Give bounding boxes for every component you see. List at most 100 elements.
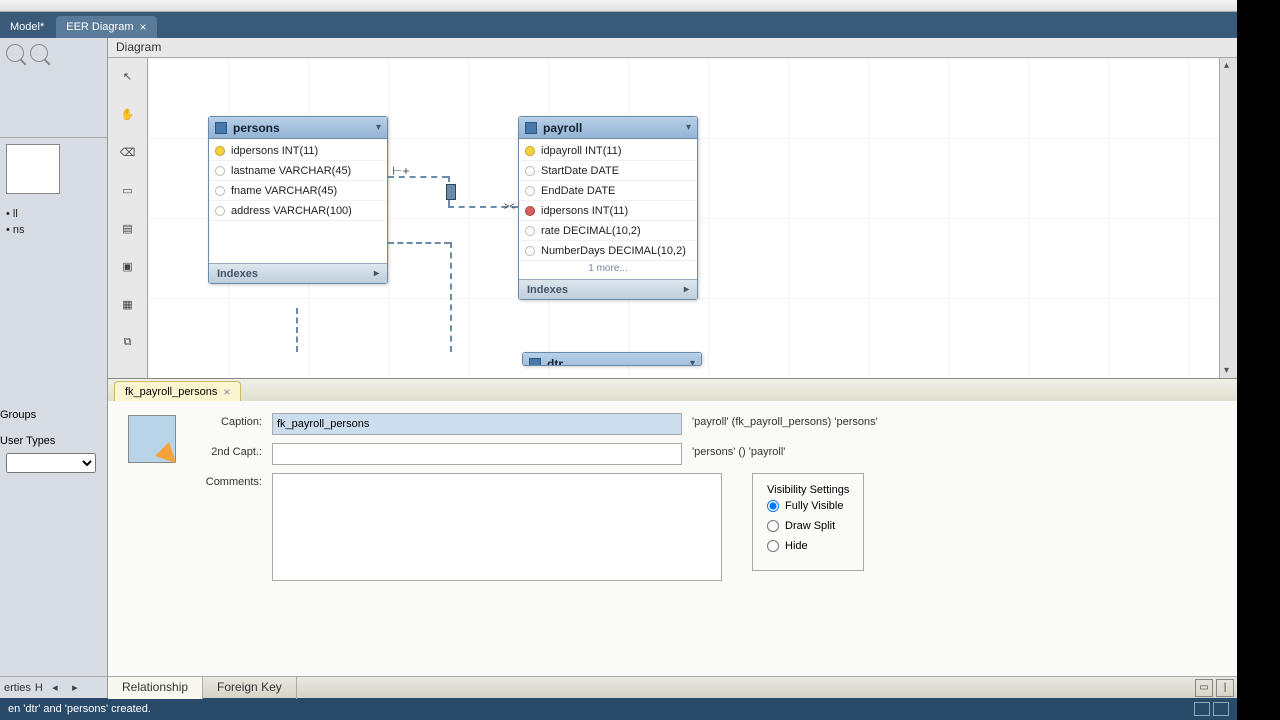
type-selector: [0, 447, 107, 479]
relationship-handle[interactable]: [446, 184, 456, 200]
entity-name: payroll: [543, 121, 582, 135]
second-caption-readout: 'persons' () 'payroll': [692, 443, 785, 458]
properties-tab-label[interactable]: erties: [4, 682, 31, 694]
zoom-in-icon[interactable]: [30, 44, 48, 62]
visibility-option[interactable]: Draw Split: [767, 516, 849, 536]
property-tab-relationship[interactable]: fk_payroll_persons ×: [114, 381, 241, 401]
tab-relationship[interactable]: Relationship: [108, 677, 203, 699]
collapse-icon[interactable]: ▾: [690, 358, 695, 366]
column[interactable]: address VARCHAR(100): [209, 201, 387, 221]
type-select[interactable]: [6, 453, 96, 473]
diagram-navigator: [0, 38, 107, 138]
tab-foreign-key[interactable]: Foreign Key: [203, 677, 297, 699]
entity-dtr[interactable]: dtr ▾: [522, 352, 702, 366]
panel-close-icon[interactable]: |: [1216, 679, 1234, 697]
cardinality-one-icon: ⊢+: [392, 164, 409, 178]
catalog-tree[interactable]: • ll • ns: [0, 200, 107, 409]
status-toggle-icon[interactable]: [1194, 702, 1210, 716]
column[interactable]: NumberDays DECIMAL(10,2): [519, 241, 697, 261]
diagram-canvas[interactable]: persons ▾ idpersons INT(11) lastname VAR…: [148, 58, 1219, 378]
collapse-icon[interactable]: ▾: [686, 122, 691, 133]
property-bottom-tabs: Relationship Foreign Key ▭ |: [108, 676, 1237, 698]
caption-input[interactable]: [272, 413, 682, 435]
next-tab-icon[interactable]: ▸: [67, 680, 83, 696]
layer-tool-icon[interactable]: ▭: [116, 178, 140, 202]
diagram-toolbox: ↖ ✋ ⌫ ▭ ▤ ▣ ▦ ⧉: [108, 58, 148, 378]
h-tab-label[interactable]: H: [35, 682, 43, 694]
fk-icon: [525, 206, 535, 216]
entity-header[interactable]: persons ▾: [209, 117, 387, 139]
relationship-icon: [128, 415, 176, 463]
visibility-option[interactable]: Hide: [767, 536, 849, 556]
column-icon: [525, 186, 535, 196]
relationship-line[interactable]: [450, 242, 452, 352]
user-types-header[interactable]: User Types: [0, 435, 107, 447]
close-icon[interactable]: ×: [223, 385, 230, 399]
column-icon: [215, 186, 225, 196]
view-tool-icon[interactable]: ⧉: [116, 330, 140, 354]
indexes-section[interactable]: Indexes▸: [209, 263, 387, 283]
status-message: en 'dtr' and 'persons' created.: [8, 703, 151, 715]
tree-item[interactable]: • ll: [6, 206, 101, 222]
entity-columns: idpersons INT(11) lastname VARCHAR(45) f…: [209, 139, 387, 223]
more-columns[interactable]: 1 more...: [519, 263, 697, 279]
menu-bar[interactable]: [0, 0, 1237, 12]
expand-icon[interactable]: ▸: [684, 284, 689, 295]
expand-icon[interactable]: ▸: [374, 268, 379, 279]
table-tool-icon[interactable]: ▦: [116, 292, 140, 316]
comments-textarea[interactable]: [272, 473, 722, 581]
column-icon: [215, 166, 225, 176]
tree-item[interactable]: • ns: [6, 222, 101, 238]
status-toggle-icon[interactable]: [1213, 702, 1229, 716]
entity-name: dtr: [547, 357, 563, 367]
radio-draw-split[interactable]: [767, 520, 779, 532]
radio-fully-visible[interactable]: [767, 500, 779, 512]
panel-toggle-icon[interactable]: ▭: [1195, 679, 1213, 697]
document-tabs: Model* EER Diagram ×: [0, 12, 1237, 38]
relationship-line[interactable]: [388, 242, 450, 244]
collapse-icon[interactable]: ▾: [376, 122, 381, 133]
entity-header[interactable]: dtr ▾: [523, 353, 701, 366]
column[interactable]: rate DECIMAL(10,2): [519, 221, 697, 241]
pointer-tool-icon[interactable]: ↖: [116, 64, 140, 88]
column[interactable]: idpersons INT(11): [209, 141, 387, 161]
cardinality-many-icon: ⪥: [504, 198, 515, 213]
vertical-scrollbar[interactable]: [1219, 58, 1237, 378]
column[interactable]: idpayroll INT(11): [519, 141, 697, 161]
column[interactable]: fname VARCHAR(45): [209, 181, 387, 201]
visibility-option[interactable]: Fully Visible: [767, 496, 849, 516]
column[interactable]: lastname VARCHAR(45): [209, 161, 387, 181]
hand-tool-icon[interactable]: ✋: [116, 102, 140, 126]
entity-persons[interactable]: persons ▾ idpersons INT(11) lastname VAR…: [208, 116, 388, 284]
visibility-legend: Visibility Settings: [767, 484, 849, 496]
column[interactable]: idpersons INT(11): [519, 201, 697, 221]
entity-columns: idpayroll INT(11) StartDate DATE EndDate…: [519, 139, 697, 263]
column[interactable]: StartDate DATE: [519, 161, 697, 181]
second-caption-label: 2nd Capt.:: [192, 443, 262, 458]
table-icon: [215, 122, 227, 134]
tab-eer-diagram[interactable]: EER Diagram ×: [56, 16, 156, 38]
note-tool-icon[interactable]: ▤: [116, 216, 140, 240]
entity-payroll[interactable]: payroll ▾ idpayroll INT(11) StartDate DA…: [518, 116, 698, 300]
navigator-viewport[interactable]: [6, 144, 60, 194]
eraser-tool-icon[interactable]: ⌫: [116, 140, 140, 164]
column[interactable]: EndDate DATE: [519, 181, 697, 201]
groups-header[interactable]: Groups: [0, 409, 107, 421]
radio-hide[interactable]: [767, 540, 779, 552]
column-icon: [525, 226, 535, 236]
zoom-out-icon[interactable]: [6, 44, 24, 62]
entity-header[interactable]: payroll ▾: [519, 117, 697, 139]
visibility-settings-group: Visibility Settings Fully Visible Draw S…: [752, 473, 864, 571]
relationship-line[interactable]: [296, 308, 298, 352]
prev-tab-icon[interactable]: ◂: [47, 680, 63, 696]
left-sidebar: • ll • ns Groups User Types erties H ◂ ▸: [0, 38, 108, 698]
key-icon: [525, 146, 535, 156]
close-icon[interactable]: ×: [140, 20, 147, 34]
tab-model[interactable]: Model*: [0, 16, 54, 38]
properties-panel: fk_payroll_persons × Caption: 'payroll' …: [108, 378, 1237, 698]
indexes-section[interactable]: Indexes▸: [519, 279, 697, 299]
tab-eer-label: EER Diagram: [66, 21, 133, 33]
second-caption-input[interactable]: [272, 443, 682, 465]
image-tool-icon[interactable]: ▣: [116, 254, 140, 278]
column-icon: [215, 206, 225, 216]
